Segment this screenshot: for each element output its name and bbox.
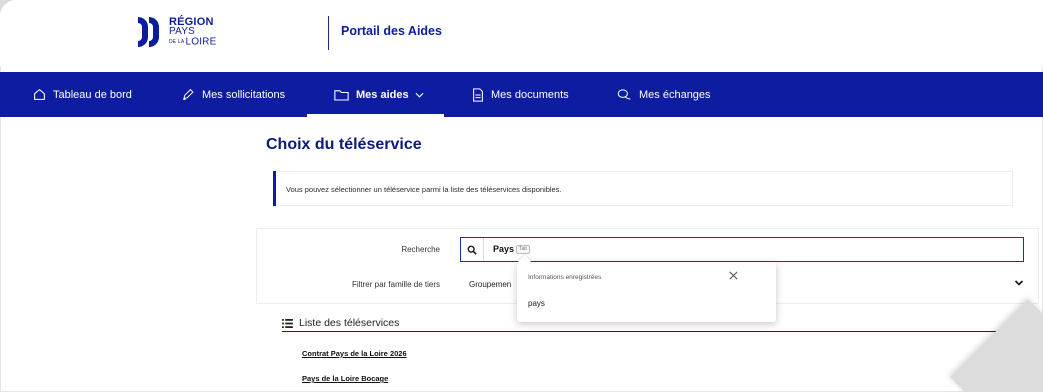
logo-line-loire-text: LOIRE [185, 36, 217, 48]
filter-select[interactable]: Groupemen [469, 280, 511, 289]
nav-label: Mes documents [491, 88, 569, 101]
nav-item-mes-echanges[interactable]: Mes échanges [617, 72, 711, 117]
list-divider [282, 331, 1014, 332]
nav-item-tableau-de-bord[interactable]: Tableau de bord [33, 72, 132, 117]
nav-label: Mes aides [356, 88, 409, 101]
pen-icon [183, 88, 194, 100]
logo-line-pays: PAYS [169, 25, 195, 37]
portal-title[interactable]: Portail des Aides [341, 24, 442, 38]
main-navigation: Tableau de bord Mes sollicitations Mes a… [0, 72, 1043, 117]
chevron-down-icon [415, 92, 424, 98]
page-title: Choix du téléservice [266, 136, 422, 153]
search-icon [461, 238, 484, 261]
teleservice-link[interactable]: Contrat Pays de la Loire 2026 [302, 349, 407, 358]
nav-item-mes-documents[interactable]: Mes documents [472, 72, 569, 117]
search-input[interactable]: Pays Tab [460, 237, 1024, 262]
teleservice-link[interactable]: Pays de la Loire Bocage [302, 374, 388, 383]
select-chevron-down-icon[interactable] [1014, 279, 1024, 287]
tab-key-badge: Tab [516, 245, 531, 254]
autocomplete-header: Informations enregistrées [528, 274, 602, 281]
filter-label: Filtrer par famille de tiers [351, 280, 440, 289]
logo-mark-icon [137, 16, 165, 48]
nav-item-mes-sollicitations[interactable]: Mes sollicitations [181, 72, 285, 117]
home-icon [34, 88, 45, 100]
nav-label: Tableau de bord [53, 88, 132, 101]
logo-text: RÉGION PAYS DE LALOIRE [169, 16, 216, 48]
info-text: Vous pouvez sélectionner un téléservice … [286, 185, 562, 194]
info-callout: Vous pouvez sélectionner un téléservice … [273, 171, 1013, 206]
teleservices-list-header: Liste des téléservices [282, 317, 399, 329]
nav-item-mes-aides[interactable]: Mes aides [334, 72, 424, 117]
app-window: RÉGION PAYS DE LALOIRE Portail des Aides… [0, 0, 1043, 392]
logo-line-loire: DE LALOIRE [169, 37, 216, 48]
document-icon [473, 87, 483, 102]
search-label: Recherche [401, 245, 440, 254]
nav-label: Mes sollicitations [202, 88, 286, 101]
chat-icon [617, 89, 631, 100]
autocomplete-item[interactable]: pays [528, 299, 545, 308]
close-icon[interactable] [728, 270, 739, 281]
site-header: RÉGION PAYS DE LALOIRE Portail des Aides [0, 0, 1043, 66]
region-logo[interactable]: RÉGION PAYS DE LALOIRE [137, 16, 216, 48]
header-divider [328, 16, 329, 50]
nav-label: Mes échanges [639, 88, 711, 101]
autocomplete-dropdown: Informations enregistrées pays [517, 262, 776, 322]
list-icon [282, 318, 293, 328]
logo-line-dela: DE LA [169, 38, 185, 45]
active-tab-indicator [307, 114, 444, 118]
list-title: Liste des téléservices [299, 317, 400, 329]
folder-icon [334, 89, 349, 101]
search-value: Pays [493, 244, 515, 254]
